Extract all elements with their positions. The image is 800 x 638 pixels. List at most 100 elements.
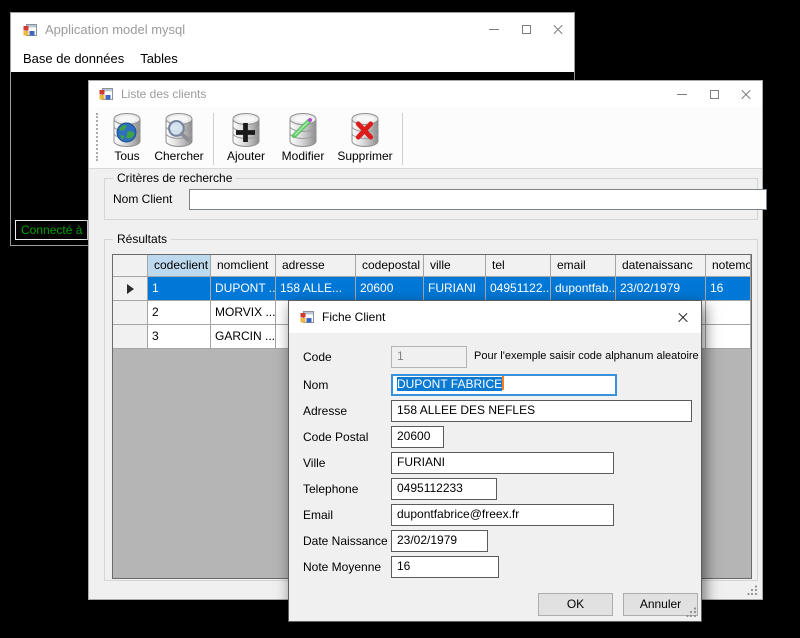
search-group-title: Critères de recherche <box>113 171 236 186</box>
cell-codeclient[interactable]: 3 <box>148 325 211 349</box>
toolbar-separator <box>213 113 214 165</box>
cell-nomclient[interactable]: DUPONT ... <box>211 277 276 301</box>
cell-nomclient[interactable]: GARCIN ... <box>211 325 276 349</box>
nom-client-search-input[interactable] <box>189 189 767 210</box>
close-icon <box>677 311 689 323</box>
close-button[interactable] <box>730 81 762 107</box>
field-row-telephone: Telephone 0495112233 <box>289 478 701 500</box>
cell-codeclient[interactable]: 2 <box>148 301 211 325</box>
toolbar: Tous Chercher Ajouter Modifier Su <box>89 107 762 169</box>
column-header-adresse[interactable]: adresse <box>276 255 356 277</box>
ajouter-button[interactable]: Ajouter <box>219 111 273 163</box>
cell-notemoy[interactable] <box>706 325 751 349</box>
adresse-label: Adresse <box>303 400 347 422</box>
toolbar-grip-icon[interactable] <box>96 113 98 161</box>
maximize-button[interactable] <box>698 81 730 107</box>
cell-email[interactable]: dupontfab... <box>551 277 616 301</box>
main-window-title: Application model mysql <box>45 22 185 37</box>
close-icon <box>740 88 752 100</box>
field-row-code-postal: Code Postal 20600 <box>289 426 701 448</box>
column-header-ville[interactable]: ville <box>424 255 486 277</box>
field-row-email: Email dupontfabrice@freex.fr <box>289 504 701 526</box>
column-header-notemoy[interactable]: notemoy <box>706 255 751 277</box>
field-row-note-moyenne: Note Moyenne 16 <box>289 556 701 578</box>
email-label: Email <box>303 504 333 526</box>
note-moyenne-input[interactable]: 16 <box>391 556 499 578</box>
close-button[interactable] <box>665 301 701 333</box>
nom-client-label: Nom Client <box>113 192 172 206</box>
row-selector-cell[interactable] <box>113 301 148 325</box>
nom-input[interactable]: DUPONT FABRICE <box>391 374 617 396</box>
minimize-button[interactable] <box>478 13 510 46</box>
supprimer-button[interactable]: Supprimer <box>333 111 397 163</box>
list-window-title: Liste des clients <box>121 87 206 101</box>
column-header-email[interactable]: email <box>551 255 616 277</box>
selected-text: DUPONT FABRICE <box>397 377 502 391</box>
grid-header-row: codeclient nomclient adresse codepostal … <box>113 255 751 277</box>
date-naissance-input[interactable]: 23/02/1979 <box>391 530 488 552</box>
field-row-nom: Nom DUPONT FABRICE <box>289 374 701 396</box>
column-header-datenaissance[interactable]: datenaissanc <box>616 255 706 277</box>
resize-grip-icon[interactable] <box>686 607 697 618</box>
main-menubar: Base de données Tables <box>11 46 574 72</box>
cell-ville[interactable]: FURIANI <box>424 277 486 301</box>
close-button[interactable] <box>542 13 574 46</box>
field-row-code: Code 1 Pour l'exemple saisir code alphan… <box>289 346 701 368</box>
modifier-button[interactable]: Modifier <box>273 111 333 163</box>
row-selector-cell[interactable] <box>113 325 148 349</box>
adresse-input[interactable]: 158 ALLEE DES NEFLES <box>391 400 692 422</box>
code-postal-input[interactable]: 20600 <box>391 426 444 448</box>
field-row-date-naissance: Date Naissance 23/02/1979 <box>289 530 701 552</box>
nom-label: Nom <box>303 374 328 396</box>
code-postal-label: Code Postal <box>303 426 368 448</box>
cell-notemoy[interactable] <box>706 301 751 325</box>
column-header-tel[interactable]: tel <box>486 255 551 277</box>
connection-status-label: Connecté à <box>15 220 88 240</box>
row-selector-header[interactable] <box>113 255 148 277</box>
field-row-adresse: Adresse 158 ALLEE DES NEFLES <box>289 400 701 422</box>
app-icon <box>22 22 38 38</box>
cell-nomclient[interactable]: MORVIX ... <box>211 301 276 325</box>
minimize-icon <box>677 94 687 95</box>
minimize-button[interactable] <box>666 81 698 107</box>
app-icon <box>299 309 315 325</box>
globe-icon <box>116 122 137 143</box>
email-input[interactable]: dupontfabrice@freex.fr <box>391 504 614 526</box>
close-icon <box>552 24 564 36</box>
ok-button[interactable]: OK <box>538 593 613 616</box>
app-icon <box>98 86 114 102</box>
search-criteria-group: Critères de recherche Nom Client <box>104 178 758 220</box>
tous-button[interactable]: Tous <box>104 111 150 163</box>
dialog-title: Fiche Client <box>322 310 385 324</box>
search-icon <box>167 119 190 142</box>
cell-codepostal[interactable]: 20600 <box>356 277 424 301</box>
row-selector-cell[interactable] <box>113 277 148 301</box>
column-header-codepostal[interactable]: codepostal <box>356 255 424 277</box>
list-titlebar: Liste des clients <box>89 81 762 107</box>
code-input: 1 <box>391 346 467 368</box>
chercher-button[interactable]: Chercher <box>150 111 208 163</box>
telephone-input[interactable]: 0495112233 <box>391 478 497 500</box>
note-moyenne-label: Note Moyenne <box>303 556 381 578</box>
date-naissance-label: Date Naissance <box>303 530 388 552</box>
column-header-nomclient[interactable]: nomclient <box>211 255 276 277</box>
code-label: Code <box>303 346 332 368</box>
desktop: Application model mysql Base de données … <box>0 0 800 638</box>
cell-adresse[interactable]: 158 ALLE... <box>276 277 356 301</box>
ville-input[interactable]: FURIANI <box>391 452 614 474</box>
cell-datenaissance[interactable]: 23/02/1979 <box>616 277 706 301</box>
main-titlebar: Application model mysql <box>11 13 574 46</box>
menu-tables[interactable]: Tables <box>132 46 186 72</box>
cell-codeclient[interactable]: 1 <box>148 277 211 301</box>
maximize-icon <box>710 90 719 99</box>
column-header-codeclient[interactable]: codeclient <box>148 255 211 277</box>
menu-base-de-donnees[interactable]: Base de données <box>15 46 132 72</box>
cell-tel[interactable]: 04951122... <box>486 277 551 301</box>
table-row[interactable]: 1 DUPONT ... 158 ALLE... 20600 FURIANI 0… <box>113 277 751 301</box>
resize-grip-icon[interactable] <box>747 585 758 596</box>
telephone-label: Telephone <box>303 478 358 500</box>
maximize-button[interactable] <box>510 13 542 46</box>
plus-icon <box>235 122 256 143</box>
cell-notemoy[interactable]: 16 <box>706 277 751 301</box>
dialog-titlebar: Fiche Client <box>289 301 701 333</box>
